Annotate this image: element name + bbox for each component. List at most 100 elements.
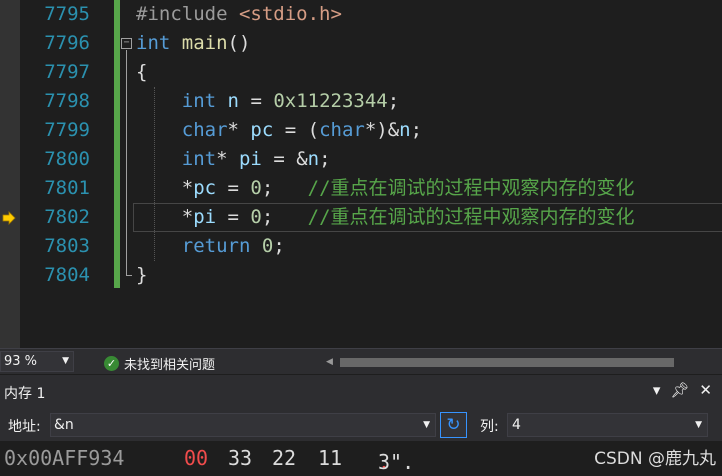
code-line[interactable]: 7802 *pi = 0; //重点在调试的过程中观察内存的变化 [0,203,722,232]
scrollbar-thumb[interactable] [340,358,674,367]
address-label: 地址: [8,419,41,435]
memory-ascii-rest: 3". [378,450,415,474]
check-circle-icon: ✓ [104,355,119,371]
code-line[interactable]: 7804} [0,261,722,290]
code-token: #include [136,3,239,25]
code-text: int main() [136,29,250,58]
code-line[interactable]: 7797 { [0,58,722,87]
editor-status-bar: 93 % ▼ ✓ 未找到相关问题 ◀ [0,348,722,374]
refresh-button[interactable]: ↻ [440,412,467,438]
fold-line-end [126,275,132,276]
code-token: int [181,90,217,112]
memory-byte[interactable]: 33 [228,445,252,471]
code-line[interactable]: 7799 char* pc = (char*)&n; [0,116,722,145]
columns-label: 列: [480,419,499,435]
code-token: { [136,61,148,83]
line-number: 7799 [44,119,90,141]
code-line[interactable]: 7801 *pc = 0; //重点在调试的过程中观察内存的变化 [0,174,722,203]
address-input[interactable]: &n ▼ [50,413,436,437]
code-token: 0 [261,235,274,257]
zoom-value: 93 % [4,354,38,369]
code-token: n [227,90,239,112]
code-token: int [136,32,171,54]
code-editor[interactable]: 7795 #include <stdio.h> 7796 int main() 7797… [0,0,722,348]
code-line[interactable]: 7798 int n = 0x11223344; [0,87,722,116]
line-number: 7800 [44,148,90,170]
code-token: pc [250,119,274,141]
memory-window-title-bar: 内存 1 ▾ 📌︎ ✕ [0,375,722,407]
execution-pointer-icon [2,211,16,225]
code-token: *)& [364,119,400,141]
code-token: = [239,90,274,112]
columns-dropdown[interactable]: 4 ▼ [507,413,708,437]
line-number: 7802 [44,206,90,228]
code-line[interactable]: 7796 int main() [0,29,722,58]
horizontal-scrollbar[interactable]: ◀ [322,354,722,370]
collapse-icon[interactable]: − [121,38,132,49]
memory-toolbar: 地址: &n ▼ ↻ 列: 4 ▼ [0,411,722,439]
code-token: } [136,264,148,286]
code-token: char [319,119,365,141]
code-token: ; [261,177,308,199]
line-number: 7803 [44,235,90,257]
issues-indicator[interactable]: ✓ 未找到相关问题 [104,353,215,373]
close-icon[interactable]: ✕ [699,381,712,399]
zoom-dropdown[interactable]: 93 % ▼ [0,351,74,372]
chevron-down-icon: ▼ [695,420,702,430]
code-text: #include <stdio.h> [136,0,342,29]
issues-text: 未找到相关问题 [124,357,216,373]
code-token: () [227,32,251,54]
fold-line [126,50,127,275]
code-token: int [181,148,217,170]
memory-byte[interactable]: 11 [318,445,342,471]
memory-byte[interactable]: 00 [184,445,208,471]
code-token: ; [410,119,423,141]
chevron-down-icon: ▼ [62,356,69,366]
code-line[interactable]: 7795 #include <stdio.h> [0,0,722,29]
line-number: 7801 [44,177,90,199]
line-number: 7797 [44,61,90,83]
code-token: * [227,119,251,141]
memory-address: 0x00AFF934 [4,446,125,470]
watermark: CSDN @鹿九丸 [594,449,716,469]
line-number: 7795 [44,3,90,25]
code-token: char [181,119,228,141]
code-token: 0 [250,177,262,199]
code-token: n [307,148,320,170]
code-token: return [181,235,251,257]
address-value: &n [54,417,74,433]
window-position-icon[interactable]: ▾ [653,381,661,399]
scroll-left-icon[interactable]: ◀ [326,354,333,370]
code-token: ; [273,235,285,257]
code-token: * [216,148,239,170]
memory-byte[interactable]: 22 [272,445,296,471]
code-token: pc [193,177,217,199]
code-text: *pc = 0; //重点在调试的过程中观察内存的变化 [136,174,635,203]
pin-icon[interactable]: 📌︎ [670,381,689,399]
chevron-down-icon[interactable]: ▼ [423,414,430,436]
line-number: 7804 [44,264,90,286]
code-text: return 0; [136,232,285,261]
code-line[interactable]: 7800 int* pi = &n; [0,145,722,174]
code-text: int* pi = &n; [136,145,331,174]
line-number: 7798 [44,90,90,112]
refresh-icon: ↻ [446,415,461,435]
line-number: 7796 [44,32,90,54]
code-token: <stdio.h> [238,3,342,25]
code-text: { [136,58,147,87]
code-token: ; [387,90,400,112]
code-text: } [136,261,147,290]
code-token: = ( [273,119,320,141]
code-line[interactable]: 7803 return 0; [0,232,722,261]
current-line-highlight [133,203,722,232]
indent-guide [154,87,155,261]
code-token: 0x11223344 [273,90,388,112]
code-token: = & [261,148,308,170]
